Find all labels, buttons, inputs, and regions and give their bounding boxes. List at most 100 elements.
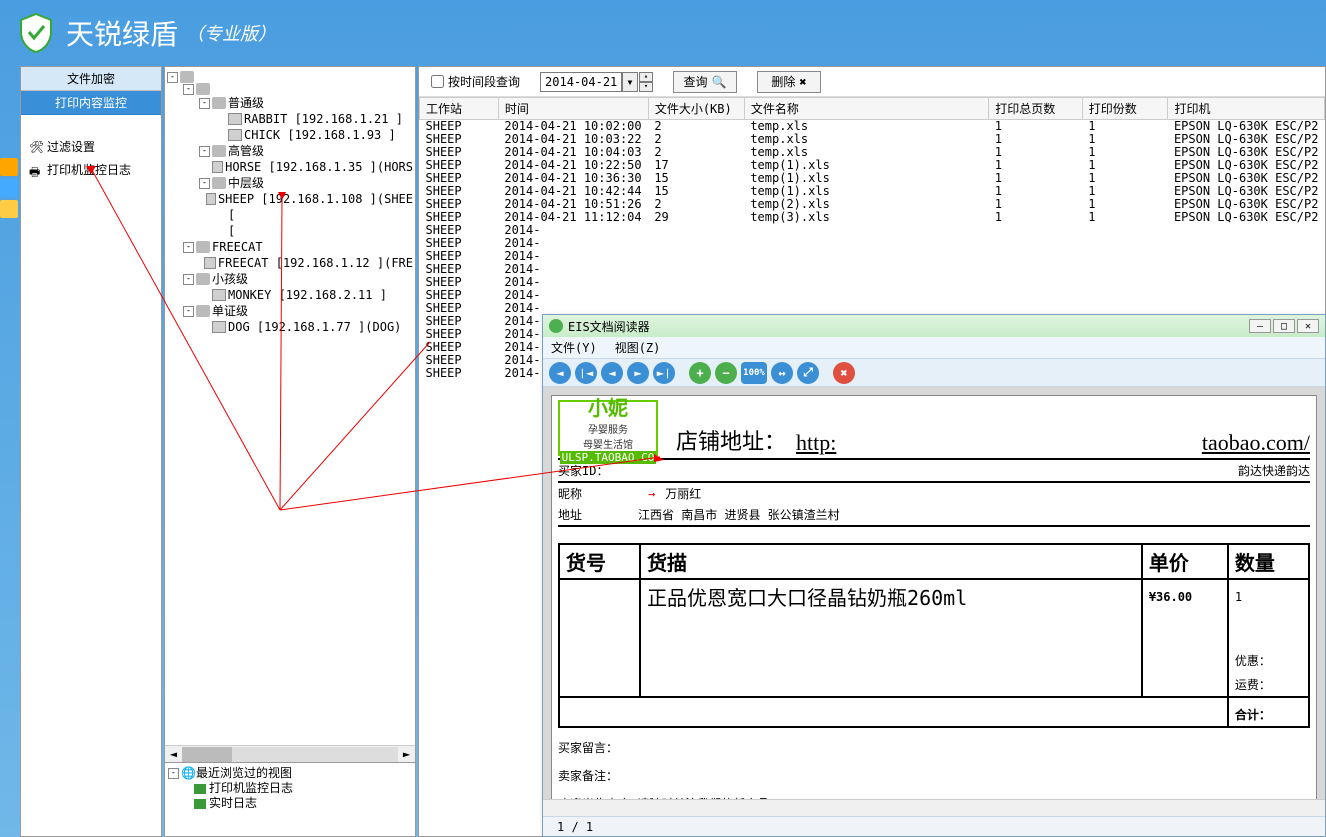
link-filter-settings[interactable]: 🛠过滤设置 — [29, 135, 153, 158]
col-header[interactable]: 打印总页数 — [989, 98, 1082, 120]
doc-status-bar: 1 / 1 — [543, 816, 1325, 836]
col-header[interactable]: 时间 — [498, 98, 648, 120]
col-header[interactable]: 工作站 — [420, 98, 499, 120]
group-icon — [196, 305, 210, 317]
tree-expand-icon[interactable]: - — [167, 72, 178, 83]
log-icon — [194, 799, 206, 809]
tree-row[interactable]: DOG [192.168.1.77 ](DOG) — [167, 319, 413, 335]
pc-icon — [206, 193, 216, 205]
pc-icon — [228, 113, 242, 125]
tree-row[interactable]: -高管级 — [167, 143, 413, 159]
close-doc-icon[interactable]: ✖ — [833, 362, 855, 384]
col-header[interactable]: 打印份数 — [1082, 98, 1168, 120]
group-icon — [180, 71, 194, 83]
delete-icon: ✖ — [799, 75, 806, 89]
tree-row[interactable]: RABBIT [192.168.1.21 ] — [167, 111, 413, 127]
desktop-icon[interactable] — [0, 200, 18, 218]
app-title: 天锐绿盾 — [66, 13, 178, 53]
chk-date-range[interactable]: 按时间段查询 — [431, 73, 520, 90]
date-down[interactable]: ▾ — [639, 82, 653, 92]
doc-viewer-window: EIS文档阅读器 — □ ✕ 文件(Y) 视图(Z) ◄ ❘◄ ◄ ► ►❘ +… — [542, 314, 1326, 837]
tree-expand-icon[interactable]: - — [183, 84, 194, 95]
fit-width-icon[interactable]: ↔ — [771, 362, 793, 384]
zoom-100-icon[interactable]: 100% — [741, 362, 767, 384]
tab-print-monitor[interactable]: 打印内容监控 — [21, 91, 161, 115]
tree-row[interactable]: -中层级 — [167, 175, 413, 191]
close-button[interactable]: ✕ — [1297, 319, 1319, 333]
table-row[interactable]: SHEEP2014-04-21 11:12:0429temp(3).xls11E… — [420, 211, 1325, 224]
tree-expand-icon[interactable]: - — [199, 98, 210, 109]
doc-viewer-title: EIS文档阅读器 — [568, 318, 650, 335]
table-row[interactable]: SHEEP2014-04-21 10:02:002temp.xls11EPSON… — [420, 120, 1325, 134]
nav-prev-icon[interactable]: ◄ — [601, 362, 623, 384]
pc-icon — [228, 129, 242, 141]
col-header[interactable]: 文件大小(KB) — [648, 98, 744, 120]
tree-row[interactable]: -单证级 — [167, 303, 413, 319]
desktop-icon[interactable] — [0, 179, 18, 197]
tree-row[interactable]: -FREECAT — [167, 239, 413, 255]
minimize-button[interactable]: — — [1249, 319, 1271, 333]
maximize-button[interactable]: □ — [1273, 319, 1295, 333]
nav-back-icon[interactable]: ◄ — [549, 362, 571, 384]
tree-row[interactable]: [ — [167, 207, 413, 223]
desktop-icon[interactable] — [0, 158, 18, 176]
table-row[interactable]: SHEEP2014- — [420, 276, 1325, 289]
doc-viewer-titlebar[interactable]: EIS文档阅读器 — □ ✕ — [543, 315, 1325, 337]
pc-icon — [212, 289, 226, 301]
tree-row[interactable]: MONKEY [192.168.2.11 ] — [167, 287, 413, 303]
tree-row[interactable]: SHEEP [192.168.1.108 ](SHEE — [167, 191, 413, 207]
tree-row[interactable]: CHICK [192.168.1.93 ] — [167, 127, 413, 143]
date-input[interactable] — [540, 72, 622, 92]
delete-button[interactable]: 删除✖ — [757, 71, 821, 93]
doc-h-scrollbar[interactable] — [543, 799, 1325, 816]
tree-row[interactable]: HORSE [192.168.1.35 ](HORS — [167, 159, 413, 175]
tree-h-scrollbar[interactable]: ◄ ► — [165, 745, 415, 762]
tree-body[interactable]: ---普通级RABBIT [192.168.1.21 ]CHICK [192.1… — [165, 67, 415, 745]
printer-icon: 🖶 — [29, 163, 43, 177]
menu-file[interactable]: 文件(Y) — [551, 339, 597, 356]
doc-body[interactable]: 小妮 孕婴服务 母婴生活馆 ULSP.TAOBAO.CO 店铺地址： http:… — [543, 387, 1325, 799]
col-header[interactable]: 打印机 — [1168, 98, 1325, 120]
col-header[interactable]: 文件名称 — [744, 98, 988, 120]
zoom-in-icon[interactable]: + — [689, 362, 711, 384]
table-row[interactable]: SHEEP2014- — [420, 224, 1325, 237]
tree-expand-icon[interactable]: - — [183, 242, 194, 253]
tree-row[interactable]: -小孩级 — [167, 271, 413, 287]
date-dropdown-btn[interactable]: ▾ — [622, 72, 638, 92]
group-icon — [196, 241, 210, 253]
table-row[interactable]: SHEEP2014- — [420, 250, 1325, 263]
nav-first-icon[interactable]: ❘◄ — [575, 362, 597, 384]
query-button[interactable]: 查询🔍 — [673, 71, 737, 93]
tab-file-encrypt[interactable]: 文件加密 — [21, 67, 161, 91]
date-picker[interactable]: ▾ ▴▾ — [540, 72, 653, 92]
recent-root[interactable]: -🌐 最近浏览过的视图 — [168, 766, 412, 781]
tree-expand-icon[interactable]: - — [199, 178, 210, 189]
tree-expand-icon[interactable]: - — [199, 146, 210, 157]
tree-row[interactable]: FREECAT [192.168.1.12 ](FRE — [167, 255, 413, 271]
table-row[interactable]: SHEEP2014- — [420, 237, 1325, 250]
menu-view[interactable]: 视图(Z) — [615, 339, 661, 356]
link-print-log[interactable]: 🖶打印机监控日志 — [29, 158, 153, 181]
zoom-out-icon[interactable]: − — [715, 362, 737, 384]
tree-row[interactable]: - — [167, 83, 413, 95]
tree-expand-icon[interactable]: - — [183, 274, 194, 285]
fit-page-icon[interactable]: ⤢ — [797, 362, 819, 384]
recent-panel: -🌐 最近浏览过的视图 打印机监控日志 实时日志 — [165, 762, 415, 836]
nav-last-icon[interactable]: ►❘ — [653, 362, 675, 384]
recent-item[interactable]: 打印机监控日志 — [168, 781, 412, 796]
doc-viewer-menubar: 文件(Y) 视图(Z) — [543, 337, 1325, 359]
table-row[interactable]: SHEEP2014- — [420, 289, 1325, 302]
group-icon — [196, 83, 210, 95]
date-up[interactable]: ▴ — [639, 72, 653, 82]
tree-row[interactable]: - — [167, 71, 413, 83]
recent-item[interactable]: 实时日志 — [168, 796, 412, 811]
desktop-shortcuts — [0, 155, 20, 221]
search-icon: 🔍 — [712, 75, 727, 89]
tree-row[interactable]: [ — [167, 223, 413, 239]
shop-logo: 小妮 孕婴服务 母婴生活馆 ULSP.TAOBAO.CO — [558, 400, 658, 456]
tree-expand-icon[interactable]: - — [183, 306, 194, 317]
pc-icon — [204, 257, 216, 269]
table-row[interactable]: SHEEP2014- — [420, 263, 1325, 276]
tree-row[interactable]: -普通级 — [167, 95, 413, 111]
nav-next-icon[interactable]: ► — [627, 362, 649, 384]
